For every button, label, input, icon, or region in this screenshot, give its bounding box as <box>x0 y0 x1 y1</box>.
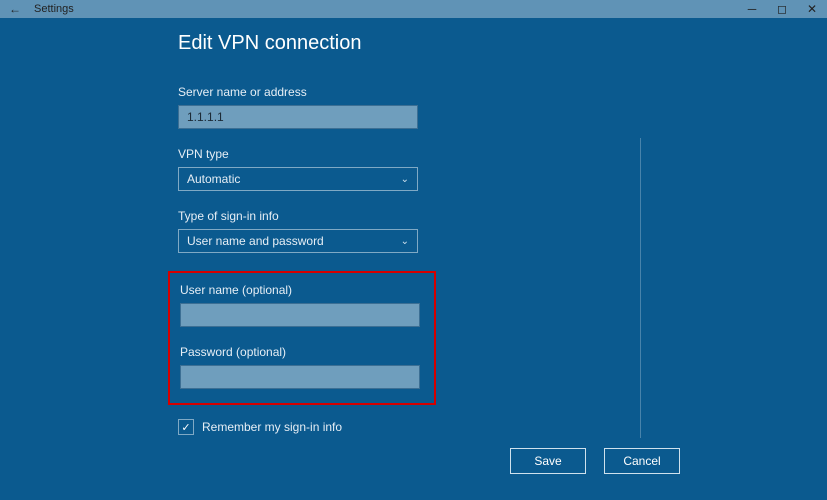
credentials-highlight: User name (optional) Password (optional) <box>168 271 436 405</box>
checkmark-icon: ✓ <box>181 421 190 434</box>
page-title: Edit VPN connection <box>178 32 827 55</box>
field-username: User name (optional) <box>180 283 424 327</box>
window-title: Settings <box>30 3 74 15</box>
signin-value: User name and password <box>187 234 324 248</box>
remember-label: Remember my sign-in info <box>202 420 342 434</box>
maximize-button[interactable]: ◻ <box>767 0 797 18</box>
close-button[interactable]: ✕ <box>797 0 827 18</box>
signin-select[interactable]: User name and password ⌄ <box>178 229 418 253</box>
save-button[interactable]: Save <box>510 448 586 474</box>
vertical-divider <box>640 138 641 438</box>
vpntype-select[interactable]: Automatic ⌄ <box>178 167 418 191</box>
password-input[interactable] <box>180 365 420 389</box>
server-label: Server name or address <box>178 85 827 99</box>
maximize-icon: ◻ <box>777 2 787 16</box>
chevron-down-icon: ⌄ <box>401 174 409 185</box>
chevron-down-icon: ⌄ <box>401 236 409 247</box>
username-input[interactable] <box>180 303 420 327</box>
arrow-left-icon: ← <box>9 2 21 16</box>
signin-label: Type of sign-in info <box>178 209 827 223</box>
window-titlebar: ← Settings ─ ◻ ✕ <box>0 0 827 18</box>
back-button[interactable]: ← <box>0 2 30 16</box>
vpntype-value: Automatic <box>187 172 240 186</box>
server-input[interactable] <box>178 105 418 129</box>
cancel-button[interactable]: Cancel <box>604 448 680 474</box>
dialog-buttons: Save Cancel <box>510 448 680 474</box>
vpntype-label: VPN type <box>178 147 827 161</box>
minimize-button[interactable]: ─ <box>737 0 767 18</box>
close-icon: ✕ <box>807 2 817 16</box>
minimize-icon: ─ <box>748 2 757 16</box>
remember-row[interactable]: ✓ Remember my sign-in info <box>178 419 827 435</box>
username-label: User name (optional) <box>180 283 424 297</box>
field-password: Password (optional) <box>180 345 424 389</box>
remember-checkbox[interactable]: ✓ <box>178 419 194 435</box>
dialog-content: Edit VPN connection Server name or addre… <box>0 18 827 500</box>
field-server: Server name or address <box>178 85 827 129</box>
field-vpntype: VPN type Automatic ⌄ <box>178 147 827 191</box>
password-label: Password (optional) <box>180 345 424 359</box>
field-signin: Type of sign-in info User name and passw… <box>178 209 827 253</box>
